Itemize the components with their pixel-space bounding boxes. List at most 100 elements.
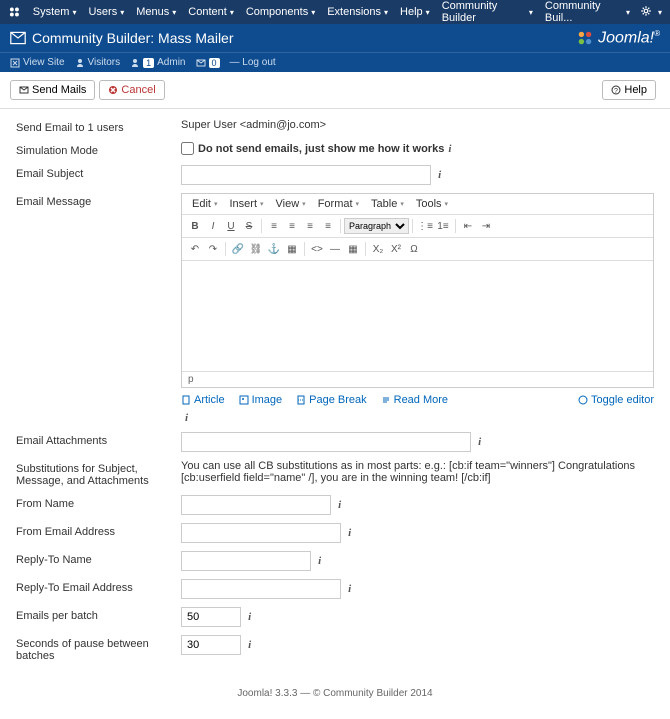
readmore-button[interactable]: Read More <box>381 394 448 406</box>
page-title: Community Builder: Mass Mailer <box>32 30 234 46</box>
joomla-brand: Joomla!® <box>576 29 660 47</box>
editor-menu-view[interactable]: View <box>270 196 312 212</box>
help-button[interactable]: ? Help <box>602 80 656 100</box>
image-icon[interactable]: ▦ <box>283 240 301 258</box>
menu-content[interactable]: Content <box>182 6 240 18</box>
visitors-link[interactable]: Visitors <box>75 57 121 68</box>
menu-users[interactable]: Users <box>82 6 130 18</box>
code-icon[interactable]: <> <box>308 240 326 258</box>
outdent-icon[interactable]: ⇤ <box>459 217 477 235</box>
editor-body[interactable] <box>182 261 653 371</box>
attachments-label: Email Attachments <box>16 432 181 447</box>
table-icon[interactable]: ▦ <box>344 240 362 258</box>
editor-menu-tools[interactable]: Tools <box>410 196 454 212</box>
unlink-icon[interactable]: ⛓ <box>247 240 265 258</box>
messages-link[interactable]: 0 <box>196 58 220 68</box>
anchor-icon[interactable]: ⚓ <box>265 240 283 258</box>
action-toolbar: Send Mails Cancel ? Help <box>0 72 670 109</box>
send-to-label: Send Email to 1 users <box>16 119 181 134</box>
image-button[interactable]: Image <box>239 394 283 406</box>
editor-menu-edit[interactable]: Edit <box>186 196 223 212</box>
info-icon[interactable]: i <box>348 583 351 595</box>
menu-components[interactable]: Components <box>240 6 321 18</box>
undo-icon[interactable]: ↶ <box>186 240 204 258</box>
menu-system[interactable]: System <box>27 6 83 18</box>
hr-icon[interactable]: — <box>326 240 344 258</box>
menu-menus[interactable]: Menus <box>130 6 182 18</box>
align-left-icon[interactable]: ≡ <box>265 217 283 235</box>
menu-extensions[interactable]: Extensions <box>321 6 394 18</box>
from-name-input[interactable] <box>181 495 331 515</box>
view-site-link[interactable]: View Site <box>10 57 65 68</box>
number-list-icon[interactable]: 1≡ <box>434 217 452 235</box>
admin-link[interactable]: 1 Admin <box>130 57 185 68</box>
reply-email-label: Reply-To Email Address <box>16 579 181 594</box>
cancel-button[interactable]: Cancel <box>99 80 164 100</box>
envelope-icon <box>10 31 26 45</box>
info-icon[interactable]: i <box>348 527 351 539</box>
info-icon[interactable]: i <box>448 143 451 155</box>
info-icon[interactable]: i <box>438 169 441 181</box>
pagebreak-button[interactable]: Page Break <box>296 394 366 406</box>
italic-icon[interactable]: I <box>204 217 222 235</box>
underline-icon[interactable]: U <box>222 217 240 235</box>
editor-menubar: Edit Insert View Format Table Tools <box>182 194 653 215</box>
menu-site-name[interactable]: Community Buil... <box>539 0 636 24</box>
from-email-input[interactable] <box>181 523 341 543</box>
info-icon[interactable]: i <box>338 499 341 511</box>
align-justify-icon[interactable]: ≡ <box>319 217 337 235</box>
pause-label: Seconds of pause between batches <box>16 635 181 662</box>
status-bar: View Site Visitors 1 Admin 0 — Log out <box>0 52 670 72</box>
redo-icon[interactable]: ↷ <box>204 240 222 258</box>
info-icon[interactable]: i <box>478 436 481 448</box>
attachments-input[interactable] <box>181 432 471 452</box>
info-icon[interactable]: i <box>248 639 251 651</box>
toggle-editor-button[interactable]: Toggle editor <box>578 394 654 406</box>
per-batch-label: Emails per batch <box>16 607 181 622</box>
bold-icon[interactable]: B <box>186 217 204 235</box>
editor-menu-insert[interactable]: Insert <box>223 196 269 212</box>
info-icon[interactable]: i <box>318 555 321 567</box>
format-select[interactable]: Paragraph <box>344 218 409 234</box>
reply-name-input[interactable] <box>181 551 311 571</box>
per-batch-input[interactable] <box>181 607 241 627</box>
substitutions-text: You can use all CB substitutions as in m… <box>181 460 654 484</box>
send-mails-button[interactable]: Send Mails <box>10 80 95 100</box>
simulation-label: Simulation Mode <box>16 142 181 157</box>
editor-status-path: p <box>182 371 653 387</box>
rich-text-editor: Edit Insert View Format Table Tools B I … <box>181 193 654 388</box>
bullet-list-icon[interactable]: ⋮≡ <box>416 217 434 235</box>
subject-label: Email Subject <box>16 165 181 180</box>
mass-mailer-form: Send Email to 1 users Super User <admin@… <box>0 109 670 680</box>
simulation-checkbox[interactable] <box>181 142 194 155</box>
info-icon[interactable]: i <box>248 611 251 623</box>
align-center-icon[interactable]: ≡ <box>283 217 301 235</box>
svg-text:?: ? <box>614 88 618 95</box>
editor-menu-table[interactable]: Table <box>365 196 410 212</box>
send-to-value: Super User <admin@jo.com> <box>181 119 654 131</box>
editor-menu-format[interactable]: Format <box>312 196 365 212</box>
subscript-icon[interactable]: X₂ <box>369 240 387 258</box>
indent-icon[interactable]: ⇥ <box>477 217 495 235</box>
footer-text: Joomla! 3.3.3 — © Community Builder 2014 <box>0 680 670 719</box>
menu-help[interactable]: Help <box>394 6 436 18</box>
special-char-icon[interactable]: Ω <box>405 240 423 258</box>
menu-community-builder[interactable]: Community Builder <box>436 0 539 24</box>
reply-name-label: Reply-To Name <box>16 551 181 566</box>
title-bar: Community Builder: Mass Mailer Joomla!® <box>0 24 670 52</box>
strikethrough-icon[interactable]: S <box>240 217 258 235</box>
link-icon[interactable]: 🔗 <box>229 240 247 258</box>
top-menubar: System Users Menus Content Components Ex… <box>0 0 670 24</box>
logout-link[interactable]: — Log out <box>230 57 276 68</box>
reply-email-input[interactable] <box>181 579 341 599</box>
pause-input[interactable] <box>181 635 241 655</box>
gear-icon[interactable] <box>636 5 656 20</box>
simulation-checkbox-label: Do not send emails, just show me how it … <box>198 143 444 155</box>
editor-toolbar-1: B I U S ≡ ≡ ≡ ≡ Paragraph ⋮≡ 1≡ ⇤ ⇥ <box>182 215 653 238</box>
align-right-icon[interactable]: ≡ <box>301 217 319 235</box>
info-icon[interactable]: i <box>185 412 188 424</box>
from-name-label: From Name <box>16 495 181 510</box>
article-button[interactable]: Article <box>181 394 225 406</box>
superscript-icon[interactable]: X² <box>387 240 405 258</box>
subject-input[interactable] <box>181 165 431 185</box>
